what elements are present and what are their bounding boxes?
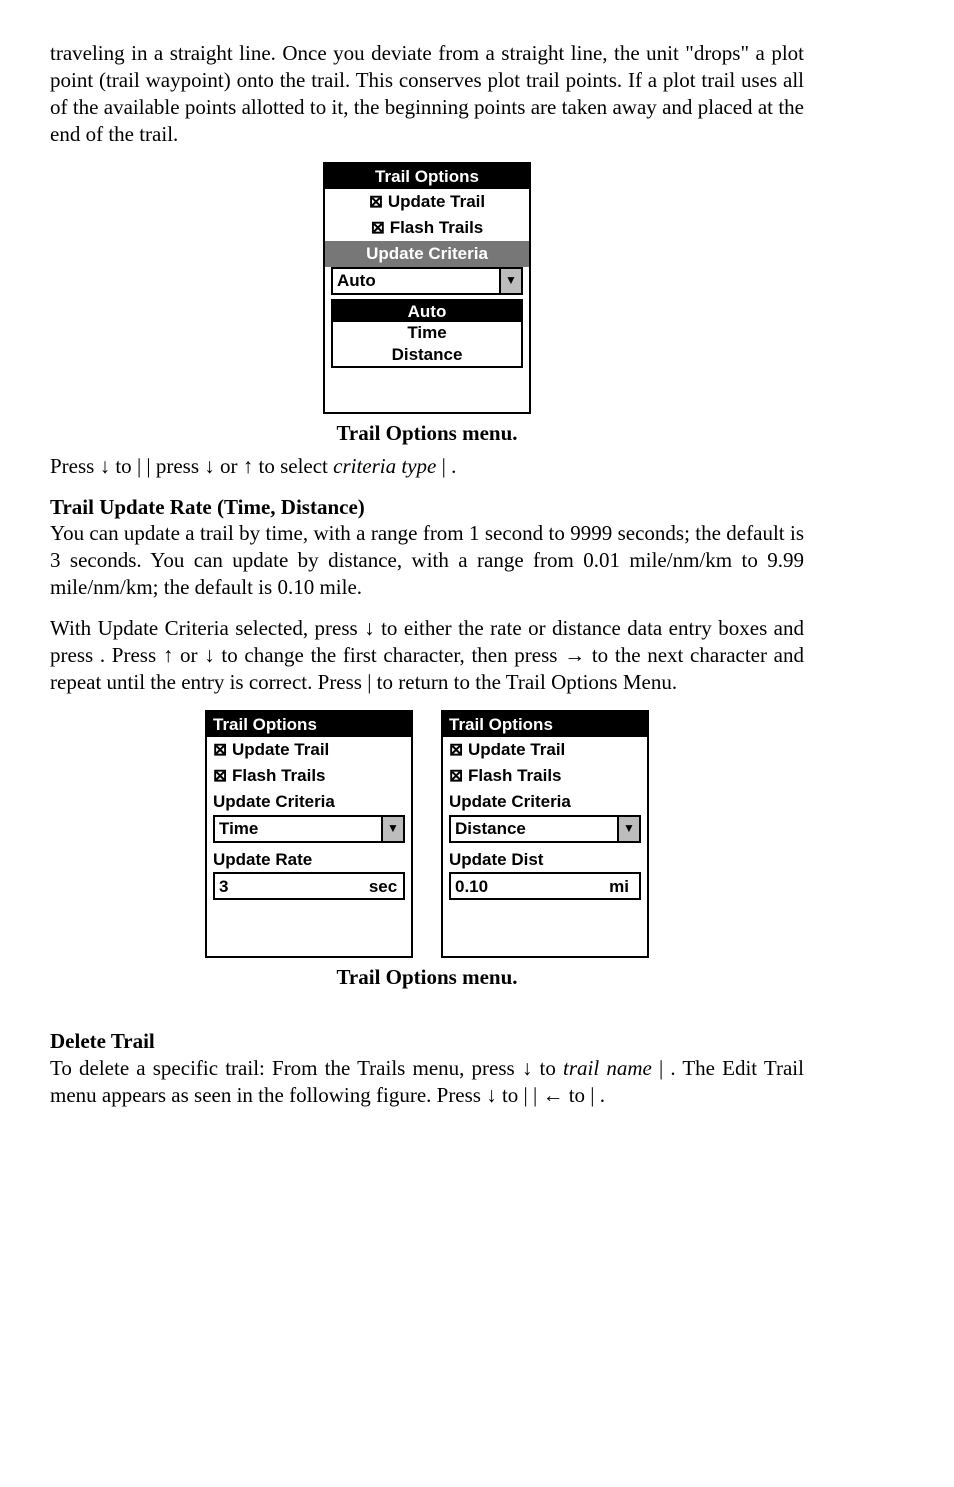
mock1-subtitle: Update Criteria [325,241,529,267]
chevron-down-icon[interactable]: ▼ [617,817,639,841]
mock2-field-value: 3 [215,874,363,898]
mock2-field-unit: sec [363,874,403,898]
paragraph-3: With Update Criteria selected, press ↓ t… [50,615,804,696]
mock-trail-options-1: Trail Options ⊠ Update Trail ⊠ Flash Tra… [323,162,531,414]
mock2-combo-value: Time [215,817,381,841]
mock1-item1-label: Update Trail [388,192,485,211]
mock3-criteria-label: Update Criteria [443,789,647,815]
mock3-combo[interactable]: Distance ▼ [449,815,641,843]
mock2-flash-trails: ⊠ Flash Trails [207,763,411,789]
mock1-update-trail: ⊠ Update Trail [325,189,529,215]
mock3-field[interactable]: 0.10 mi [449,872,641,900]
line1c: criteria type [333,454,436,478]
caption-1: Trail Options menu. [50,420,804,447]
mock2-criteria-label: Update Criteria [207,789,411,815]
mock1-item2-label: Flash Trails [390,218,484,237]
mock3-item2-label: Flash Trails [468,766,562,785]
mock-trail-options-2: Trail Options ⊠ Update Trail ⊠ Flash Tra… [205,710,413,959]
mock-trail-options-3: Trail Options ⊠ Update Trail ⊠ Flash Tra… [441,710,649,959]
mock1-flash-trails: ⊠ Flash Trails [325,215,529,241]
mock2-item2-label: Flash Trails [232,766,326,785]
mock1-opt-time[interactable]: Time [333,322,521,344]
heading-update-rate: Trail Update Rate (Time, Distance) [50,494,804,521]
chevron-down-icon[interactable]: ▼ [499,269,521,293]
paragraph-2: You can update a trail by time, with a r… [50,520,804,601]
mock3-update-trail: ⊠ Update Trail [443,737,647,763]
para4b: trail name [563,1056,652,1080]
mock1-listbox[interactable]: Auto Time Distance [331,299,523,368]
mock2-combo[interactable]: Time ▼ [213,815,405,843]
mock2-item1-label: Update Trail [232,740,329,759]
mock1-opt-auto[interactable]: Auto [333,301,521,323]
mock3-field-label: Update Dist [443,847,647,873]
line1d: | . [442,454,457,478]
mock3-title: Trail Options [443,712,647,738]
line1b: | | press ↓ or ↑ to select [137,454,333,478]
heading-delete-trail: Delete Trail [50,1028,804,1055]
mock1-combo[interactable]: Auto ▼ [331,267,523,295]
mock1-combo-value: Auto [333,269,499,293]
mock3-item1-label: Update Trail [468,740,565,759]
mock3-combo-value: Distance [451,817,617,841]
line1a: Press ↓ to [50,454,137,478]
caption-2: Trail Options menu. [50,964,804,991]
mock2-field-label: Update Rate [207,847,411,873]
mock3-field-value: 0.10 [451,874,599,898]
mock1-title: Trail Options [325,164,529,190]
mock1-opt-distance[interactable]: Distance [333,344,521,366]
mock2-update-trail: ⊠ Update Trail [207,737,411,763]
paragraph-1: traveling in a straight line. Once you d… [50,40,804,148]
chevron-down-icon[interactable]: ▼ [381,817,403,841]
mock3-flash-trails: ⊠ Flash Trails [443,763,647,789]
instruction-line-1: Press ↓ to | | press ↓ or ↑ to select cr… [50,453,804,480]
mock2-field[interactable]: 3 sec [213,872,405,900]
mock3-field-unit: mi [599,874,639,898]
mock2-title: Trail Options [207,712,411,738]
para4a: To delete a specific trail: From the Tra… [50,1056,563,1080]
paragraph-4: To delete a specific trail: From the Tra… [50,1055,804,1109]
